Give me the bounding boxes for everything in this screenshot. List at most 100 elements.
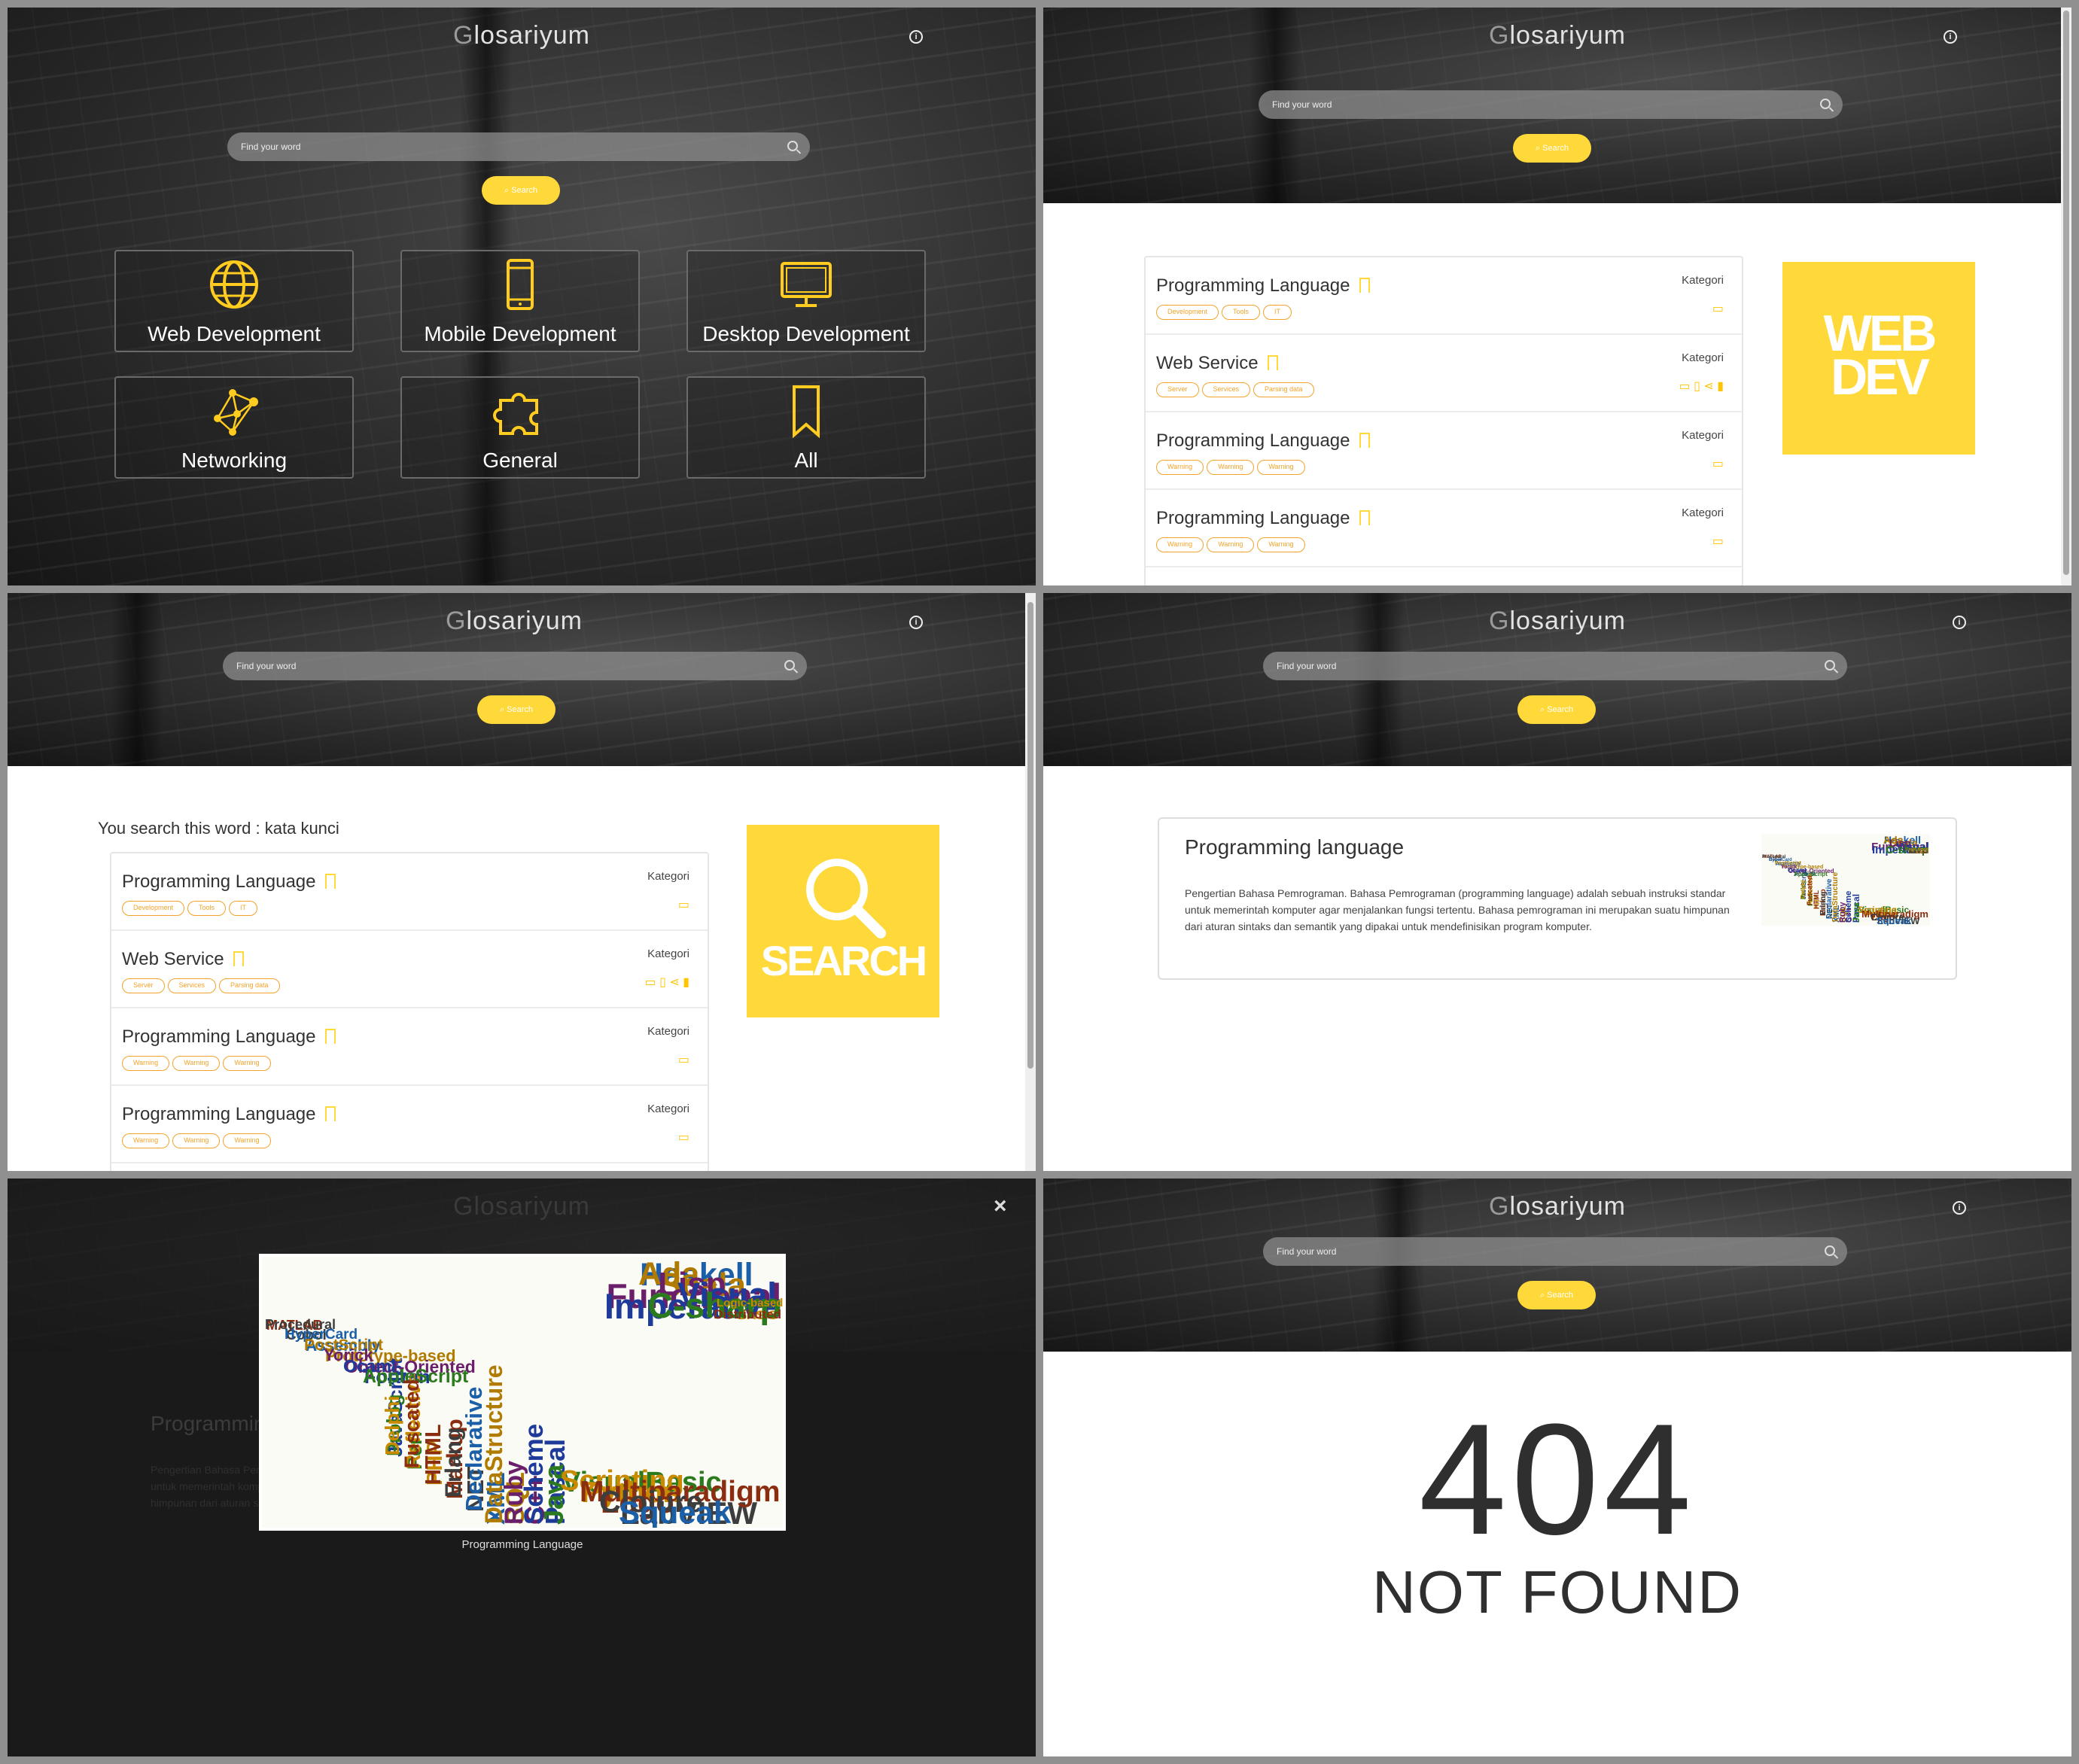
info-icon[interactable]: i	[1953, 1201, 1966, 1215]
search-input[interactable]: Find your word	[223, 652, 807, 680]
category-mobile-development[interactable]: Mobile Development	[400, 250, 640, 352]
category-badge: WEB DEV	[1782, 262, 1975, 455]
item-title[interactable]: Programming Language	[1156, 430, 1350, 451]
category-web-development[interactable]: Web Development	[114, 250, 354, 352]
app-logo[interactable]: Glosariyum	[1043, 21, 2071, 50]
bookmark-icon[interactable]	[324, 1106, 336, 1121]
tag[interactable]: Tools	[1222, 305, 1261, 320]
category-screen: Glosariyum i Find your word ⌕ Search Pro…	[1043, 8, 2071, 585]
list-item[interactable]: Web Service Server Services Parsing data K…	[1146, 335, 1742, 412]
tag[interactable]: Parsing data	[1253, 382, 1314, 397]
list-item[interactable]: Programming Language Warning Warning Warni…	[1146, 412, 1742, 490]
tag[interactable]: Development	[122, 901, 185, 916]
item-title[interactable]: Programming Language	[122, 1104, 316, 1124]
app-logo[interactable]: Glosariyum	[8, 21, 1036, 50]
tag[interactable]: Warning	[1207, 460, 1255, 475]
info-icon[interactable]: i	[909, 30, 923, 44]
tag[interactable]: Warning	[1156, 460, 1204, 475]
app-logo[interactable]: Glosariyum	[1043, 607, 2071, 636]
search-button[interactable]: ⌕ Search	[1517, 695, 1596, 724]
tag[interactable]: Warning	[223, 1133, 271, 1148]
item-title[interactable]: Programming Language	[122, 871, 316, 892]
tag[interactable]: Services	[1201, 382, 1251, 397]
monitor-icon: ▭	[644, 976, 656, 989]
bookmark-icon[interactable]	[1359, 433, 1370, 448]
search-icon[interactable]	[784, 660, 795, 671]
share-icon: ⋖	[669, 976, 680, 989]
tag[interactable]: Warning	[122, 1056, 170, 1071]
list-item[interactable]: Programming Language Warning Warning Warni…	[111, 1008, 708, 1086]
tag[interactable]: Warning	[1257, 537, 1305, 552]
list-item[interactable]: Programming Language Development Tools IT …	[111, 853, 708, 931]
network-icon	[214, 389, 258, 436]
bookmark-icon[interactable]	[324, 874, 336, 889]
list-item[interactable]: Programming Language Development Tools IT …	[1146, 257, 1742, 335]
monitor-icon: ▭	[1712, 535, 1724, 548]
kategori-label: Kategori	[647, 1025, 689, 1038]
category-desktop-development[interactable]: Desktop Development	[686, 250, 926, 352]
search-input[interactable]: Find your word	[1263, 652, 1847, 680]
bookmark-icon[interactable]	[1267, 355, 1278, 370]
badge-line2: DEV	[1831, 348, 1930, 406]
category-networking[interactable]: Networking	[114, 376, 354, 479]
tag[interactable]: Warning	[1207, 537, 1255, 552]
search-button[interactable]: ⌕ Search	[1513, 134, 1591, 163]
bookmark-icon[interactable]	[324, 1029, 336, 1044]
search-input[interactable]: Find your word	[1263, 1237, 1847, 1266]
item-title[interactable]: Programming Language	[122, 1026, 316, 1047]
item-title[interactable]: Programming Language	[1156, 275, 1350, 296]
tag[interactable]: Warning	[122, 1133, 170, 1148]
category-label: Desktop Development	[702, 322, 910, 345]
item-title[interactable]: Web Service	[122, 949, 224, 969]
list-item[interactable]: Programming Language Warning Warning Warni…	[1146, 490, 1742, 567]
close-icon[interactable]: ×	[994, 1194, 1007, 1219]
monitor-icon: ▭	[1712, 458, 1724, 470]
category-label: Mobile Development	[424, 322, 616, 345]
tag[interactable]: Services	[167, 978, 217, 993]
tag[interactable]: IT	[1263, 305, 1292, 320]
tag[interactable]: Server	[1156, 382, 1199, 397]
search-icon[interactable]	[1825, 1245, 1835, 1256]
tag[interactable]: Parsing data	[219, 978, 280, 993]
bookmark-icon[interactable]	[1359, 510, 1370, 525]
app-logo[interactable]: Glosariyum	[8, 607, 1028, 636]
category-label: Web Development	[148, 322, 321, 345]
wordcloud-word: Delphi	[381, 1395, 403, 1455]
bookmark-icon[interactable]	[1359, 278, 1370, 293]
tag[interactable]: Warning	[1156, 537, 1204, 552]
search-input[interactable]: Find your word	[227, 132, 810, 161]
list-item[interactable]: Web Service Server Services Parsing data K…	[111, 931, 708, 1008]
lightbox-caption: Programming Language	[461, 1538, 583, 1551]
lightbox-image: JavaScript Perl PHP Markup NET XML SQL C++ Pasca…	[259, 1254, 786, 1531]
tag[interactable]: Warning	[172, 1056, 221, 1071]
info-icon[interactable]: i	[909, 616, 923, 629]
item-title[interactable]: Web Service	[1156, 353, 1259, 373]
search-button[interactable]: ⌕ Search	[477, 695, 556, 724]
tag[interactable]: Warning	[172, 1133, 221, 1148]
item-title[interactable]: Programming Language	[1156, 508, 1350, 528]
list-item[interactable]: Programming Language Warning Warning Warni…	[111, 1086, 708, 1163]
tag[interactable]: Development	[1156, 305, 1219, 320]
search-icon[interactable]	[787, 141, 798, 151]
info-icon[interactable]: i	[1953, 616, 1966, 629]
tag[interactable]: Tools	[187, 901, 227, 916]
tag[interactable]: Warning	[1257, 460, 1305, 475]
search-button[interactable]: ⌕ Search	[1517, 1281, 1596, 1309]
scrollbar[interactable]	[2061, 8, 2071, 585]
tag[interactable]: IT	[229, 901, 258, 916]
puzzle-icon	[493, 393, 538, 435]
wordcloud-thumbnail[interactable]: JavaScript Perl PHP Markup NET XML SQL C++ Pasca…	[1761, 834, 1930, 926]
bookmark-icon[interactable]	[233, 951, 244, 966]
tag[interactable]: Server	[122, 978, 165, 993]
tag[interactable]: Warning	[223, 1056, 271, 1071]
category-general[interactable]: General	[400, 376, 640, 479]
search-icon[interactable]	[1820, 99, 1831, 109]
detail-card: Programming language Pengertian Bahasa P…	[1158, 817, 1957, 980]
search-input[interactable]: Find your word	[1259, 90, 1843, 119]
scrollbar[interactable]	[1025, 593, 1036, 1171]
app-logo[interactable]: Glosariyum	[1043, 1192, 2071, 1221]
search-icon[interactable]	[1825, 660, 1835, 671]
category-all[interactable]: All	[686, 376, 926, 479]
info-icon[interactable]: i	[1944, 30, 1957, 44]
search-button[interactable]: ⌕ Search	[482, 176, 560, 205]
